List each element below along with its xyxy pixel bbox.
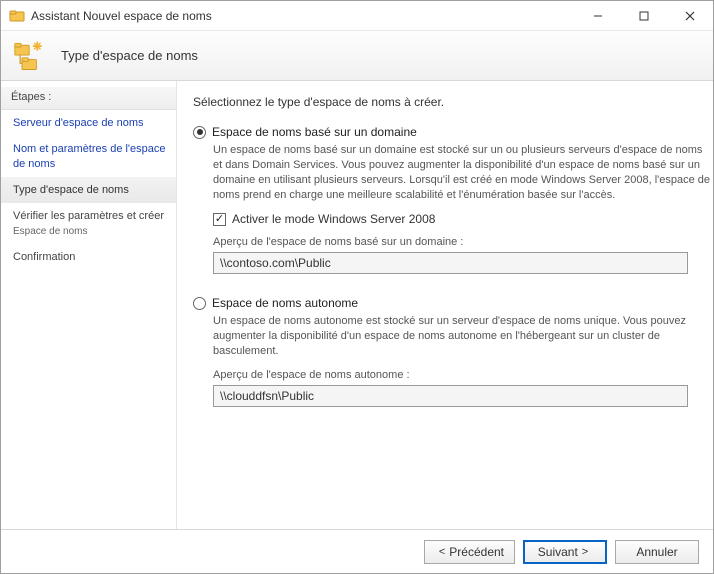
- radio-domain[interactable]: Espace de noms basé sur un domaine: [193, 125, 713, 139]
- steps-sidebar: Étapes : Serveur d'espace de noms Nom et…: [1, 81, 177, 529]
- wizard-body: Étapes : Serveur d'espace de noms Nom et…: [1, 81, 713, 529]
- previous-button[interactable]: < Précédent: [424, 540, 515, 564]
- footer: < Précédent Suivant > Annuler: [1, 529, 713, 573]
- step-type[interactable]: Type d'espace de noms: [1, 177, 176, 203]
- next-button-label: Suivant: [538, 545, 578, 559]
- next-button[interactable]: Suivant >: [523, 540, 607, 564]
- step-confirmation: Confirmation: [1, 244, 176, 270]
- close-button[interactable]: [667, 1, 713, 30]
- cancel-button[interactable]: Annuler: [615, 540, 699, 564]
- standalone-preview-label: Aperçu de l'espace de noms autonome :: [213, 369, 713, 381]
- window-title: Assistant Nouvel espace de noms: [31, 9, 575, 23]
- checkbox-icon: [213, 213, 226, 226]
- wizard-window: Assistant Nouvel espace de noms: [0, 0, 714, 574]
- folder-icon: [9, 8, 25, 24]
- minimize-button[interactable]: [575, 1, 621, 30]
- chevron-right-icon: >: [582, 546, 588, 558]
- standalone-description: Un espace de noms autonome est stocké su…: [213, 314, 713, 359]
- radio-standalone-label: Espace de noms autonome: [212, 296, 358, 310]
- radio-domain-label: Espace de noms basé sur un domaine: [212, 125, 417, 139]
- standalone-preview-value: \\clouddfsn\Public: [213, 385, 688, 407]
- header-banner: Type d'espace de noms: [1, 31, 713, 81]
- checkbox-ws2008-label: Activer le mode Windows Server 2008: [232, 212, 435, 226]
- step-name-settings[interactable]: Nom et paramètres de l'espace de noms: [1, 136, 176, 177]
- domain-description: Un espace de noms basé sur un domaine es…: [213, 143, 713, 202]
- steps-label: Étapes :: [1, 87, 176, 110]
- namespace-icon: [13, 38, 49, 74]
- step-review-sub: Espace de noms: [1, 225, 176, 244]
- cancel-button-label: Annuler: [636, 545, 677, 559]
- instruction-text: Sélectionnez le type d'espace de noms à …: [193, 95, 713, 109]
- main-panel: Sélectionnez le type d'espace de noms à …: [177, 81, 713, 529]
- option-domain: Espace de noms basé sur un domaine Un es…: [193, 125, 713, 274]
- page-title: Type d'espace de noms: [61, 48, 198, 63]
- option-standalone: Espace de noms autonome Un espace de nom…: [193, 296, 713, 407]
- radio-icon: [193, 126, 206, 139]
- previous-button-label: Précédent: [449, 545, 504, 559]
- domain-preview-label: Aperçu de l'espace de noms basé sur un d…: [213, 236, 713, 248]
- maximize-button[interactable]: [621, 1, 667, 30]
- chevron-left-icon: <: [439, 546, 445, 558]
- radio-standalone[interactable]: Espace de noms autonome: [193, 296, 713, 310]
- window-controls: [575, 1, 713, 30]
- checkbox-ws2008[interactable]: Activer le mode Windows Server 2008: [213, 212, 713, 226]
- domain-preview-value: \\contoso.com\Public: [213, 252, 688, 274]
- titlebar: Assistant Nouvel espace de noms: [1, 1, 713, 31]
- radio-icon: [193, 297, 206, 310]
- step-server[interactable]: Serveur d'espace de noms: [1, 110, 176, 136]
